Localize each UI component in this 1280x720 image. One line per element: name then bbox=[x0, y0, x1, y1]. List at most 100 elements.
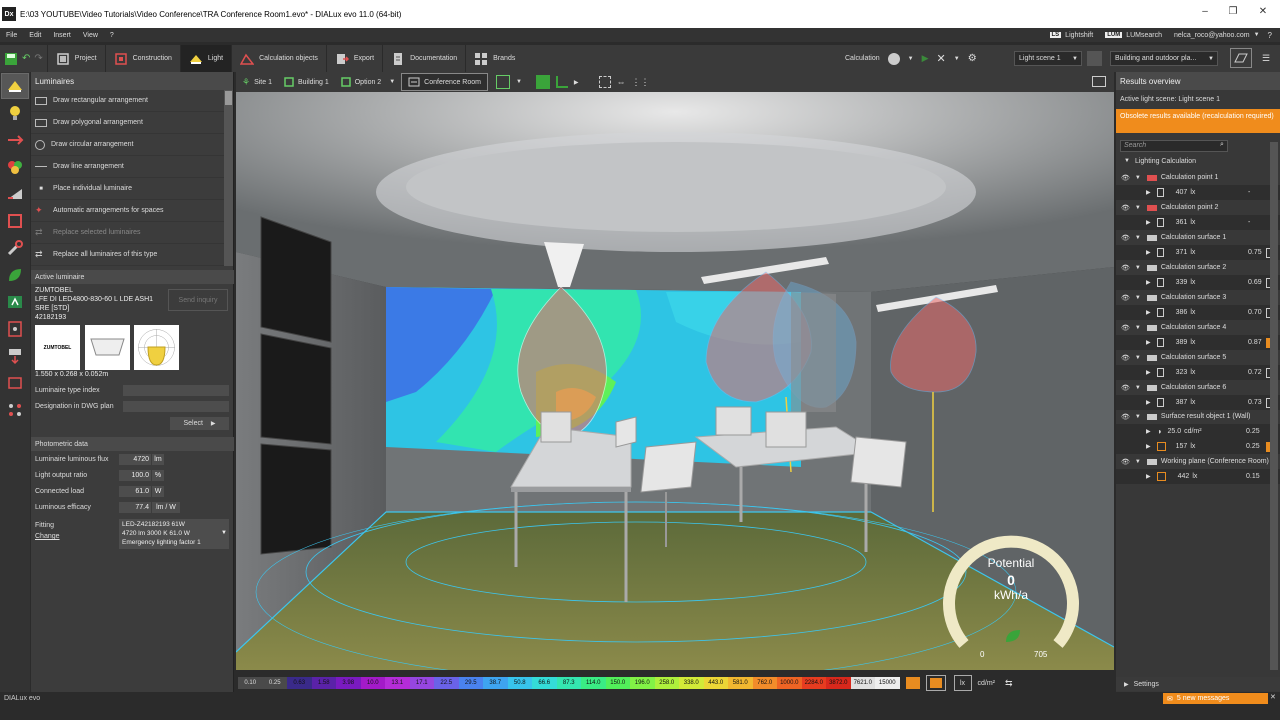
minimize-icon[interactable]: – bbox=[1190, 6, 1220, 17]
tab-light[interactable]: Light bbox=[180, 45, 233, 72]
flux-field[interactable]: 4720 bbox=[119, 454, 151, 465]
floor-plan-icon[interactable] bbox=[495, 75, 510, 89]
grid-arrange-icon[interactable]: ⋮⋮ bbox=[632, 77, 650, 88]
selection-tool[interactable] bbox=[1, 208, 29, 234]
grid-tool[interactable] bbox=[1, 397, 29, 423]
result-item-row[interactable]: 👁 ▼ Calculation surface 4 bbox=[1116, 320, 1280, 335]
breadcrumb-option[interactable]: Option 2 ▼ bbox=[335, 73, 401, 91]
expand-icon[interactable]: ▼ bbox=[1135, 414, 1141, 420]
expand-icon[interactable]: ▶ bbox=[1146, 428, 1151, 435]
dimension-icon[interactable]: ⇔ bbox=[617, 77, 626, 87]
expand-icon[interactable]: ▶ bbox=[1146, 249, 1151, 256]
working-plane-value-row[interactable]: ▶ 442 lx 0.15 bbox=[1116, 469, 1280, 484]
expand-icon[interactable]: ▶ bbox=[1146, 189, 1151, 196]
ramp-tool[interactable] bbox=[1, 181, 29, 207]
light-scene-select[interactable]: Light scene 1 ▼ bbox=[1014, 51, 1082, 66]
lighting-calculation-group[interactable]: ▼ Lighting Calculation bbox=[1124, 158, 1196, 165]
frame-tool[interactable] bbox=[1, 370, 29, 396]
tab-construction[interactable]: Construction bbox=[106, 45, 181, 72]
breadcrumb-room[interactable]: Conference Room bbox=[401, 73, 488, 91]
messages-close-icon[interactable]: ✕ bbox=[1270, 693, 1276, 701]
breadcrumb-building[interactable]: Building 1 bbox=[278, 73, 335, 91]
result-item-row[interactable]: 👁 ▼ Calculation surface 1 bbox=[1116, 230, 1280, 245]
expand-icon[interactable]: ▶ bbox=[1146, 219, 1151, 226]
replace-all-luminaires[interactable]: ⇄ Replace all luminaires of this type bbox=[31, 244, 233, 266]
user-dropdown-icon[interactable]: ▼ bbox=[1254, 32, 1260, 38]
expand-icon[interactable]: ▼ bbox=[1135, 235, 1141, 241]
fitting-select[interactable]: LED-Z42182193 61W 4720 lm 3000 K 61.0 W … bbox=[119, 519, 229, 549]
visibility-eye-icon[interactable]: 👁 bbox=[1121, 413, 1130, 421]
play-icon[interactable]: ▶ bbox=[922, 53, 929, 64]
menu-edit[interactable]: Edit bbox=[23, 32, 47, 39]
expand-icon[interactable]: ▼ bbox=[1135, 325, 1141, 331]
type-index-field[interactable] bbox=[123, 385, 229, 396]
tab-documentation[interactable]: Documentation bbox=[383, 45, 467, 72]
result-value-row[interactable]: ▶ 389 lx 0.87 bbox=[1116, 335, 1280, 350]
breadcrumb-site[interactable]: ⚘ Site 1 bbox=[236, 73, 278, 91]
unit-cd-button[interactable]: cd/m² bbox=[978, 680, 996, 687]
lumsearch-button[interactable]: LUMsearch bbox=[1126, 32, 1162, 39]
redo-icon[interactable]: ↷ bbox=[34, 53, 42, 64]
view-style-icon[interactable] bbox=[1230, 48, 1252, 68]
expand-icon[interactable]: ▼ bbox=[1135, 295, 1141, 301]
working-plane-row[interactable]: 👁 ▼ Working plane (Conference Room) bbox=[1116, 454, 1280, 469]
result-item-row[interactable]: 👁 ▼ Calculation surface 3 bbox=[1116, 290, 1280, 305]
menu-view[interactable]: View bbox=[77, 32, 104, 39]
results-settings[interactable]: ▶ Settings bbox=[1116, 677, 1280, 691]
tab-calculation-objects[interactable]: Calculation objects bbox=[232, 45, 327, 72]
send-inquiry-button[interactable]: Send inquiry bbox=[168, 289, 228, 311]
menu-insert[interactable]: Insert bbox=[47, 32, 77, 39]
emergency-tool[interactable] bbox=[1, 262, 29, 288]
efficacy-field[interactable]: 77.4 bbox=[119, 502, 151, 513]
expand-icon[interactable]: ▶ bbox=[1146, 473, 1151, 480]
result-value-row[interactable]: ▶ 361 lx - bbox=[1116, 215, 1280, 230]
visibility-eye-icon[interactable]: 👁 bbox=[1121, 354, 1130, 362]
designation-field[interactable] bbox=[123, 401, 229, 412]
menu-help[interactable]: ? bbox=[104, 32, 120, 39]
color-scale-select-icon[interactable] bbox=[925, 675, 946, 691]
select-button[interactable]: Select ▶ bbox=[170, 417, 229, 430]
expand-icon[interactable]: ▶ bbox=[1146, 339, 1151, 346]
floor-dropdown-icon[interactable]: ▼ bbox=[516, 79, 522, 85]
tab-export[interactable]: Export bbox=[327, 45, 384, 72]
lor-field[interactable]: 100.0 bbox=[119, 470, 151, 481]
results-search-input[interactable]: Search bbox=[1120, 140, 1228, 152]
list-scrollbar[interactable] bbox=[224, 90, 233, 266]
swap-arrows-icon[interactable]: ⇆ bbox=[1005, 678, 1013, 689]
obsolete-results-banner[interactable]: Obsolete results available (recalculatio… bbox=[1116, 109, 1280, 133]
toolbar-more-icon[interactable]: ☰ bbox=[1262, 53, 1270, 64]
change-fitting-link[interactable]: Change bbox=[35, 533, 60, 540]
green-room-icon[interactable] bbox=[535, 75, 550, 89]
draw-polygonal-arrangement[interactable]: Draw polygonal arrangement bbox=[31, 112, 233, 134]
result-item-row[interactable]: 👁 ▼ Calculation surface 5 bbox=[1116, 350, 1280, 365]
visibility-eye-icon[interactable]: 👁 bbox=[1121, 174, 1130, 182]
luminaires-tool[interactable] bbox=[1, 73, 29, 99]
expand-icon[interactable]: ▼ bbox=[1135, 265, 1141, 271]
visibility-eye-icon[interactable]: 👁 bbox=[1121, 234, 1130, 242]
visibility-eye-icon[interactable]: 👁 bbox=[1121, 294, 1130, 302]
light-bulb-tool[interactable] bbox=[1, 100, 29, 126]
green-shape-icon[interactable] bbox=[555, 76, 568, 88]
mode-select[interactable]: Building and outdoor pla... ▼ bbox=[1110, 51, 1218, 66]
emergency-exit-tool[interactable] bbox=[1, 289, 29, 315]
transfer-tool[interactable] bbox=[1, 343, 29, 369]
expand-icon[interactable]: ▼ bbox=[1135, 205, 1141, 211]
result-value-row[interactable]: ▶ 339 lx 0.69 bbox=[1116, 275, 1280, 290]
calculation-button[interactable]: Calculation bbox=[845, 55, 880, 62]
draw-rectangular-arrangement[interactable]: Draw rectangular arrangement bbox=[31, 90, 233, 112]
result-value-row[interactable]: ▶ 323 lx 0.72 bbox=[1116, 365, 1280, 380]
messages-notification[interactable]: ✉ 5 new messages bbox=[1163, 693, 1268, 704]
result-item-row[interactable]: 👁 ▼ Calculation surface 2 bbox=[1116, 260, 1280, 275]
monitor-icon[interactable] bbox=[1092, 76, 1106, 87]
expand-icon[interactable]: ▶ bbox=[1146, 369, 1151, 376]
tools-tool[interactable] bbox=[1, 235, 29, 261]
next-arrow-icon[interactable]: ▶ bbox=[574, 79, 579, 86]
visibility-eye-icon[interactable]: 👁 bbox=[1121, 384, 1130, 392]
scrollbar-thumb[interactable] bbox=[225, 91, 232, 105]
results-scrollbar[interactable] bbox=[1270, 142, 1278, 670]
search-icon[interactable]: ⌕ bbox=[1220, 141, 1224, 149]
expand-icon[interactable]: ▼ bbox=[1135, 385, 1141, 391]
replace-selected-luminaires[interactable]: ⇄ Replace selected luminaires bbox=[31, 222, 233, 244]
cancel-calculation-icon[interactable]: ✕ bbox=[937, 52, 946, 65]
undo-icon[interactable]: ↶ bbox=[22, 53, 30, 64]
